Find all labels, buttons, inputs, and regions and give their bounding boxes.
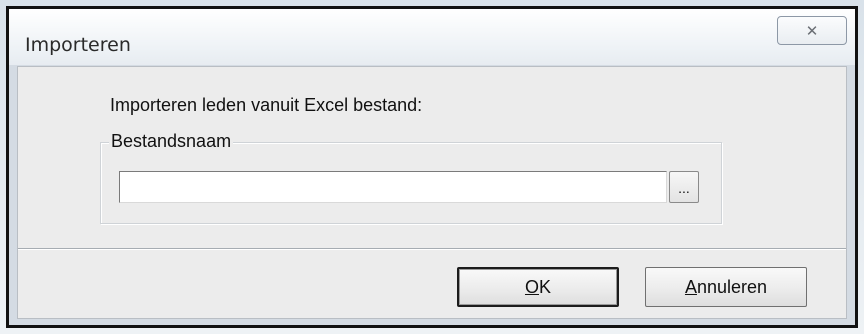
title-bar[interactable]: Importeren ✕ [9,9,855,65]
close-button[interactable]: ✕ [777,16,847,45]
browse-button-label: ... [678,180,690,196]
filename-groupbox: Bestandsnaam ... [100,131,722,224]
import-dialog-window: Importeren ✕ Importeren leden vanuit Exc… [6,6,858,328]
close-icon: ✕ [805,21,819,40]
screen: Importeren ✕ Importeren leden vanuit Exc… [0,0,864,334]
import-prompt-label: Importeren leden vanuit Excel bestand: [110,95,423,115]
dialog-body: Importeren leden vanuit Excel bestand: B… [17,66,847,319]
ok-mnemonic: O [524,276,539,297]
cancel-mnemonic: A [684,276,697,297]
window-title: Importeren [25,34,131,56]
cancel-button[interactable]: Annuleren [645,267,807,307]
filename-group-label: Bestandsnaam [109,131,234,152]
browse-button[interactable]: ... [669,171,699,203]
filename-input[interactable] [119,171,667,203]
ok-label-rest: K [539,276,552,297]
footer-separator [18,248,846,250]
ok-button[interactable]: OK [457,267,619,307]
cancel-label-rest: nnuleren [696,276,768,297]
